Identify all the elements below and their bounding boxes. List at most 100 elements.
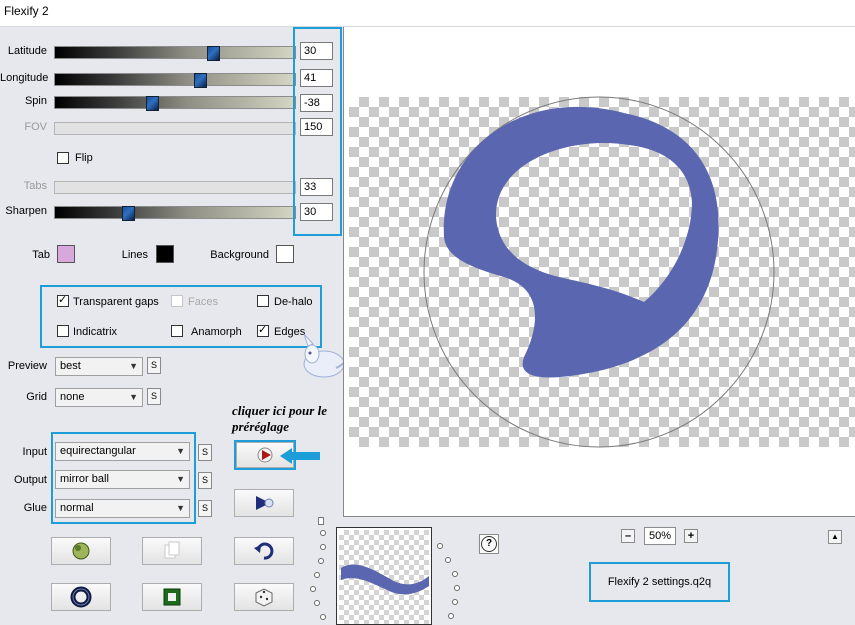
nav-dot bbox=[310, 586, 316, 592]
transparent-gaps-checkbox[interactable] bbox=[57, 293, 69, 307]
zoom-out-button[interactable]: – bbox=[621, 529, 635, 543]
fov-label: FOV bbox=[24, 121, 47, 133]
preview-select-value: best bbox=[60, 360, 81, 372]
play-icon bbox=[256, 496, 274, 510]
thumbnail-preview[interactable] bbox=[336, 527, 432, 625]
nav-dot bbox=[314, 572, 320, 578]
nav-dot bbox=[445, 557, 451, 563]
grid-label: Grid bbox=[26, 391, 47, 403]
input-select[interactable]: equirectangular ▼ bbox=[55, 442, 190, 461]
input-select-value: equirectangular bbox=[60, 445, 136, 457]
copy-button[interactable] bbox=[142, 537, 202, 565]
de-halo-checkbox[interactable] bbox=[257, 295, 269, 307]
edges-checkbox[interactable] bbox=[257, 323, 269, 337]
nav-dot bbox=[452, 571, 458, 577]
chevron-down-icon: ▼ bbox=[176, 503, 185, 513]
ball-button[interactable] bbox=[51, 537, 111, 565]
spin-label: Spin bbox=[24, 95, 47, 107]
undo-button[interactable] bbox=[234, 537, 294, 565]
chevron-down-icon: ▼ bbox=[129, 361, 138, 371]
ball-icon bbox=[72, 542, 90, 560]
nav-dot bbox=[320, 614, 326, 620]
tabs-slider bbox=[54, 181, 296, 194]
nav-dot bbox=[454, 585, 460, 591]
preview-label: Preview bbox=[7, 360, 47, 372]
de-halo-label: De-halo bbox=[274, 296, 313, 308]
flip-checkbox[interactable] bbox=[57, 152, 69, 164]
nav-dot bbox=[318, 558, 324, 564]
chevron-down-icon: ▼ bbox=[176, 474, 185, 484]
glue-s-button[interactable]: S bbox=[198, 500, 212, 517]
anamorph-label: Anamorph bbox=[191, 326, 242, 338]
preset-icon bbox=[257, 447, 273, 463]
longitude-slider[interactable] bbox=[54, 73, 296, 88]
nav-dot bbox=[452, 599, 458, 605]
copy-icon bbox=[164, 541, 180, 559]
output-select-value: mirror ball bbox=[60, 473, 109, 485]
sharpen-slider-thumb[interactable] bbox=[122, 206, 135, 221]
annotation-line-1: cliquer ici pour le bbox=[232, 403, 327, 418]
preview-canvas[interactable] bbox=[343, 27, 855, 517]
arrow-icon bbox=[280, 448, 320, 464]
background-color-swatch[interactable] bbox=[276, 245, 294, 263]
transparent-gaps-label: Transparent gaps bbox=[73, 296, 159, 308]
indicatrix-checkbox[interactable] bbox=[57, 325, 69, 337]
nav-dot bbox=[320, 544, 326, 550]
lines-color-swatch[interactable] bbox=[156, 245, 174, 263]
frame-icon bbox=[163, 588, 181, 606]
window-title: Flexify 2 bbox=[4, 4, 49, 18]
lines-color-label: Lines bbox=[121, 249, 148, 261]
values-highlight-box bbox=[293, 27, 342, 236]
background-color-label: Background bbox=[210, 249, 269, 261]
dice-icon bbox=[255, 588, 273, 607]
thumbnail-shape bbox=[341, 564, 429, 595]
output-select[interactable]: mirror ball ▼ bbox=[55, 470, 190, 489]
tabs-label: Tabs bbox=[23, 180, 47, 192]
longitude-label: Longitude bbox=[0, 72, 49, 84]
frame-button[interactable] bbox=[142, 583, 202, 611]
grid-s-button[interactable]: S bbox=[147, 388, 161, 405]
chevron-down-icon: ▼ bbox=[176, 446, 185, 456]
preset-annotation: cliquer ici pour le préréglage bbox=[232, 403, 344, 435]
ring-icon bbox=[70, 586, 92, 608]
tab-color-swatch[interactable] bbox=[57, 245, 75, 263]
annotation-line-2: préréglage bbox=[232, 419, 290, 434]
spin-slider-thumb[interactable] bbox=[146, 96, 159, 111]
grid-select-value: none bbox=[60, 391, 85, 403]
zoom-level[interactable]: 50% bbox=[644, 527, 676, 545]
nav-dot bbox=[437, 543, 443, 549]
glue-select-value: normal bbox=[60, 502, 94, 514]
help-icon: ? bbox=[481, 536, 497, 552]
longitude-slider-thumb[interactable] bbox=[194, 73, 207, 88]
zoom-in-button[interactable]: + bbox=[684, 529, 698, 543]
title-bar: Flexify 2 bbox=[0, 0, 855, 27]
play-button[interactable] bbox=[234, 489, 294, 517]
spin-slider[interactable] bbox=[54, 96, 296, 111]
anamorph-checkbox[interactable] bbox=[171, 325, 183, 337]
latitude-slider[interactable] bbox=[54, 46, 296, 61]
input-label: Input bbox=[22, 446, 47, 458]
tab-color-label: Tab bbox=[32, 249, 50, 261]
preview-select[interactable]: best ▼ bbox=[55, 357, 143, 376]
latitude-slider-thumb[interactable] bbox=[207, 46, 220, 61]
help-button[interactable]: ? bbox=[479, 534, 499, 554]
grid-select[interactable]: none ▼ bbox=[55, 388, 143, 407]
faces-checkbox bbox=[171, 295, 183, 307]
glue-select[interactable]: normal ▼ bbox=[55, 499, 190, 518]
preset-file-name: Flexify 2 settings.q2q bbox=[607, 576, 712, 588]
dice-button[interactable] bbox=[234, 583, 294, 611]
navigator-handle[interactable] bbox=[318, 517, 324, 525]
input-s-button[interactable]: S bbox=[198, 444, 212, 461]
fov-slider bbox=[54, 122, 296, 135]
nav-dot bbox=[314, 600, 320, 606]
mirror-ball-render bbox=[423, 96, 775, 448]
faces-label: Faces bbox=[188, 296, 218, 308]
sharpen-slider[interactable] bbox=[54, 206, 296, 221]
undo-icon bbox=[254, 542, 274, 560]
collapse-button[interactable]: ▲ bbox=[828, 530, 842, 544]
output-s-button[interactable]: S bbox=[198, 472, 212, 489]
ring-button[interactable] bbox=[51, 583, 111, 611]
nav-dot bbox=[320, 530, 326, 536]
preview-s-button[interactable]: S bbox=[147, 357, 161, 374]
indicatrix-label: Indicatrix bbox=[73, 326, 118, 338]
